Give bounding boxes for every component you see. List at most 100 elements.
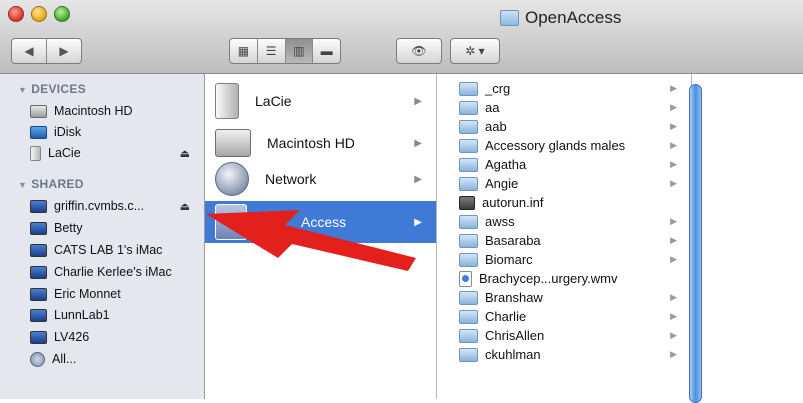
close-window-button[interactable] (8, 6, 24, 22)
minimize-window-button[interactable] (31, 6, 47, 22)
folder-icon (459, 176, 478, 191)
back-button[interactable]: ◀ (12, 39, 46, 63)
scrollbar-thumb[interactable] (689, 84, 702, 403)
folder-icon (459, 100, 478, 115)
quick-look-button[interactable]: 👁 (396, 38, 442, 64)
external-drive-icon (215, 83, 239, 119)
chevron-right-icon: ▶ (414, 137, 422, 149)
action-menu-button[interactable]: ✲ ▾ (450, 38, 500, 64)
sidebar-item-lacie[interactable]: LaCie ⏏ (30, 143, 200, 163)
folder-icon (459, 157, 478, 172)
folder-icon (459, 328, 478, 343)
chevron-right-icon: ▶ (670, 235, 677, 245)
chevron-right-icon: ▶ (670, 311, 677, 321)
list-view-button[interactable]: ☰ (256, 39, 285, 63)
video-file-icon (459, 270, 472, 287)
forward-button[interactable]: ▶ (46, 39, 81, 63)
folder-icon (459, 309, 478, 324)
list-item[interactable]: aa ▶ (437, 98, 691, 117)
chevron-right-icon: ▶ (414, 173, 422, 185)
hard-drive-icon (215, 129, 251, 157)
list-item[interactable]: awss ▶ (437, 212, 691, 231)
list-item[interactable]: Accessory glands males ▶ (437, 136, 691, 155)
back-forward-buttons: ◀ ▶ (11, 38, 82, 64)
chevron-right-icon: ▶ (670, 178, 677, 188)
computer-icon (30, 308, 47, 322)
sidebar-item-betty[interactable]: Betty (30, 218, 83, 238)
sidebar-header-shared[interactable]: ▼ SHARED (18, 177, 84, 191)
sidebar-item-charlie-kerlee[interactable]: Charlie Kerlee's iMac (30, 262, 172, 282)
window-toolbar: OpenAccess ◀ ▶ ▦ ☰ ▥ ▬ 👁 ✲ ▾ (0, 0, 803, 74)
list-item[interactable]: Branshaw ▶ (437, 288, 691, 307)
sidebar-item-cats-lab[interactable]: CATS LAB 1's iMac (30, 240, 162, 260)
column-view-button[interactable]: ▥ (284, 39, 313, 63)
network-globe-icon (215, 162, 249, 196)
sidebar-item-lunnlab1[interactable]: LunnLab1 (30, 305, 110, 325)
folder-icon (459, 138, 478, 153)
computer-icon (30, 287, 47, 301)
sidebar-item-lv426[interactable]: LV426 (30, 327, 89, 347)
list-item[interactable]: ckuhlman ▶ (437, 345, 691, 364)
gear-icon: ✲ ▾ (465, 44, 485, 58)
window-title: OpenAccess (500, 7, 621, 29)
chevron-right-icon: ▶ (670, 292, 677, 302)
computer-icon (30, 221, 47, 235)
list-item[interactable]: Basaraba ▶ (437, 231, 691, 250)
folder-icon (459, 214, 478, 229)
list-item[interactable]: ChrisAllen ▶ (437, 326, 691, 345)
folder-icon (459, 81, 478, 96)
chevron-right-icon: ▶ (670, 349, 677, 359)
list-item[interactable]: Charlie ▶ (437, 307, 691, 326)
eject-icon[interactable]: ⏏ (180, 200, 190, 213)
folder-icon (459, 252, 478, 267)
list-item[interactable]: Agatha ▶ (437, 155, 691, 174)
list-item[interactable]: autorun.inf (437, 193, 691, 212)
column-item-lacie[interactable]: LaCie ▶ (205, 80, 436, 122)
disclosure-triangle-icon: ▼ (18, 85, 28, 95)
folder-icon (459, 119, 478, 134)
list-item[interactable]: _crg ▶ (437, 79, 691, 98)
document-icon (459, 195, 475, 210)
idisk-icon (30, 125, 47, 139)
coverflow-view-button[interactable]: ▬ (312, 39, 340, 63)
chevron-right-icon: ▶ (414, 216, 422, 228)
browser-column-1: LaCie ▶ Macintosh HD ▶ Network ▶ Access … (205, 74, 437, 399)
chevron-right-icon: ▶ (670, 121, 677, 131)
sidebar-item-all[interactable]: All... (30, 349, 76, 369)
external-drive-icon (30, 145, 41, 161)
window-title-text: OpenAccess (525, 8, 622, 27)
network-icon (30, 351, 45, 367)
column-item-openaccess[interactable]: Access ▶ (205, 201, 436, 243)
computer-icon (30, 330, 47, 344)
list-item[interactable]: Biomarc ▶ (437, 250, 691, 269)
list-item[interactable]: aab ▶ (437, 117, 691, 136)
view-mode-buttons: ▦ ☰ ▥ ▬ (229, 38, 341, 64)
vertical-scrollbar[interactable] (686, 80, 706, 403)
sidebar-item-eric-monnet[interactable]: Eric Monnet (30, 284, 121, 304)
icon-view-button[interactable]: ▦ (230, 39, 257, 63)
chevron-right-icon: ▶ (670, 216, 677, 226)
sidebar-header-devices[interactable]: ▼ DEVICES (18, 82, 86, 96)
server-icon (215, 204, 247, 240)
folder-icon (459, 290, 478, 305)
column-item-network[interactable]: Network ▶ (205, 158, 436, 200)
sidebar-item-macintosh-hd[interactable]: Macintosh HD (30, 101, 200, 121)
zoom-window-button[interactable] (54, 6, 70, 22)
chevron-right-icon: ▶ (670, 102, 677, 112)
server-icon (30, 199, 47, 213)
chevron-right-icon: ▶ (670, 140, 677, 150)
chevron-right-icon: ▶ (414, 95, 422, 107)
list-item[interactable]: Angie ▶ (437, 174, 691, 193)
sidebar-item-idisk[interactable]: iDisk (30, 122, 200, 142)
chevron-right-icon: ▶ (670, 83, 677, 93)
browser-column-2: _crg ▶ aa ▶ aab ▶ Accessory glands males ▶ A… (437, 74, 692, 399)
disclosure-triangle-icon: ▼ (18, 180, 28, 190)
folder-icon (500, 10, 519, 26)
folder-icon (459, 347, 478, 362)
chevron-right-icon: ▶ (670, 330, 677, 340)
sidebar-item-griffin[interactable]: griffin.cvmbs.c... ⏏ (30, 196, 200, 216)
computer-icon (30, 265, 47, 279)
sidebar: ▼ DEVICES Macintosh HD iDisk LaCie ⏏ ▼ SHA… (0, 74, 205, 399)
list-item[interactable]: Brachycep...urgery.wmv (437, 269, 691, 288)
eject-icon[interactable]: ⏏ (180, 147, 190, 160)
